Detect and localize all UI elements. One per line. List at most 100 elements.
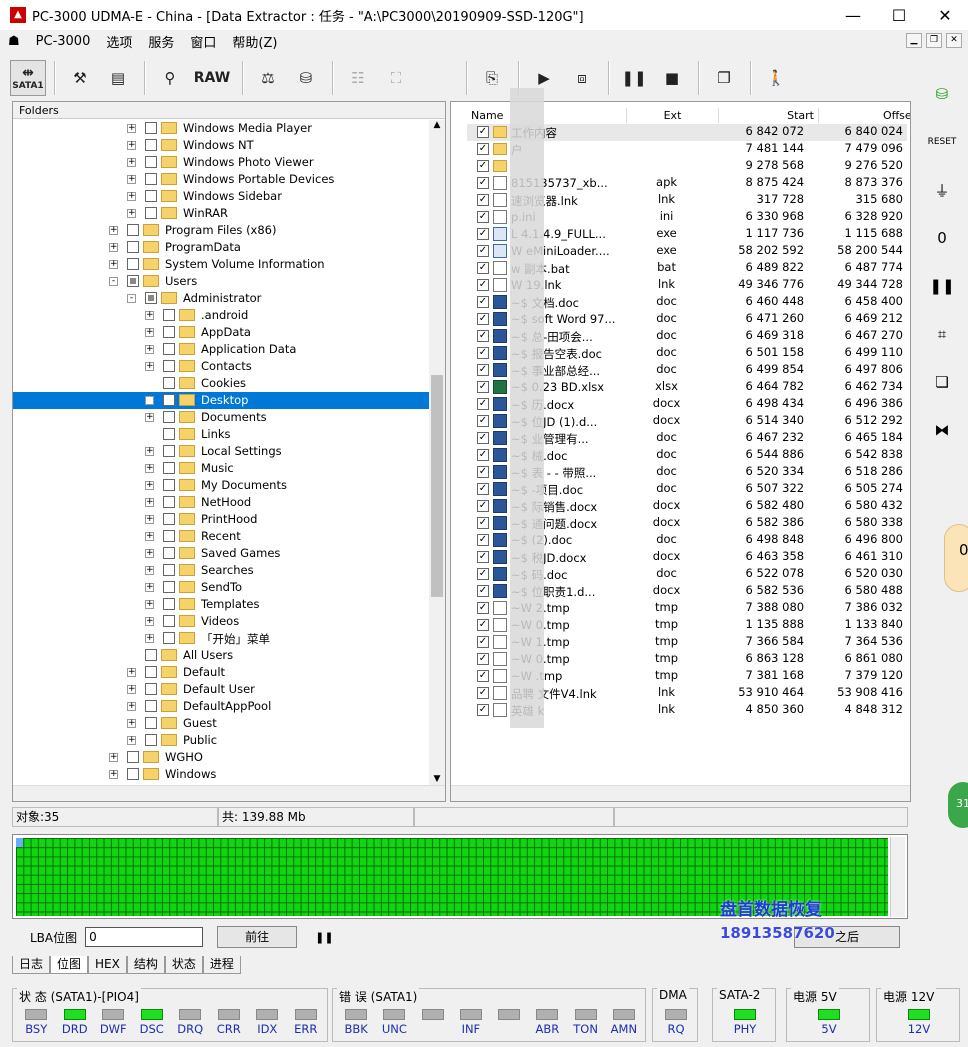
tab-process[interactable]: 进程: [202, 956, 241, 974]
expand-icon[interactable]: +: [109, 243, 118, 252]
tree-node[interactable]: + Windows Portable Devices: [13, 171, 429, 188]
expand-icon[interactable]: +: [145, 311, 154, 320]
col-name[interactable]: Name: [467, 108, 627, 123]
tree-checkbox[interactable]: [145, 292, 157, 304]
tree-node[interactable]: + Windows: [13, 766, 429, 783]
tree-checkbox[interactable]: [163, 530, 175, 542]
tree-node[interactable]: - Users: [13, 273, 429, 290]
tree-checkbox[interactable]: [127, 258, 139, 270]
tree-checkbox[interactable]: [127, 275, 139, 287]
file-checkbox[interactable]: ✓: [477, 279, 489, 291]
file-checkbox[interactable]: ✓: [477, 704, 489, 716]
expand-icon[interactable]: +: [145, 498, 154, 507]
scroll-down-icon[interactable]: ▼: [429, 774, 445, 784]
file-checkbox[interactable]: ✓: [477, 636, 489, 648]
expand-icon[interactable]: +: [127, 141, 136, 150]
tree-checkbox[interactable]: [163, 564, 175, 576]
file-checkbox[interactable]: ✓: [477, 194, 489, 206]
scroll-up-icon[interactable]: ▲: [429, 120, 445, 130]
tree-checkbox[interactable]: [145, 649, 157, 661]
tree-node[interactable]: + Windows NT: [13, 137, 429, 154]
tree-checkbox[interactable]: [145, 139, 157, 151]
tree-checkbox[interactable]: ✓: [163, 394, 175, 406]
tree-node[interactable]: + Windows Photo Viewer: [13, 154, 429, 171]
tree-node[interactable]: Cookies: [13, 375, 429, 392]
tree-node[interactable]: + WinRAR: [13, 205, 429, 222]
raw-button[interactable]: RAW: [190, 60, 234, 96]
file-checkbox[interactable]: ✓: [477, 687, 489, 699]
lba-input[interactable]: [85, 927, 204, 947]
menu-help[interactable]: 帮助(Z): [224, 32, 285, 51]
tree-node[interactable]: + Windows Media Player: [13, 120, 429, 137]
binoculars-button[interactable]: ⚲: [152, 60, 188, 96]
tree-node[interactable]: + Saved Games: [13, 545, 429, 562]
file-checkbox[interactable]: ✓: [477, 517, 489, 529]
minimize-button[interactable]: —: [830, 6, 876, 25]
file-checkbox[interactable]: ✓: [477, 415, 489, 427]
tree-checkbox[interactable]: [163, 513, 175, 525]
file-checkbox[interactable]: ✓: [477, 466, 489, 478]
floating-badge[interactable]: 0: [944, 524, 968, 592]
tree-checkbox[interactable]: [163, 615, 175, 627]
file-checkbox[interactable]: ✓: [477, 551, 489, 563]
tree-node[interactable]: + Windows Sidebar: [13, 188, 429, 205]
file-checkbox[interactable]: ✓: [477, 670, 489, 682]
tree-node[interactable]: + NetHood: [13, 494, 429, 511]
power-db-button[interactable]: ⛁: [926, 76, 958, 112]
tools-button[interactable]: ⚒: [62, 60, 98, 96]
tab-structure[interactable]: 结构: [126, 956, 165, 974]
expand-icon[interactable]: +: [145, 413, 154, 422]
tree-checkbox[interactable]: [127, 241, 139, 253]
file-checkbox[interactable]: ✓: [477, 211, 489, 223]
tree-node[interactable]: + Default: [13, 664, 429, 681]
expand-icon[interactable]: +: [109, 226, 118, 235]
tree-checkbox[interactable]: [163, 428, 175, 440]
tree-checkbox[interactable]: [163, 343, 175, 355]
expand-icon[interactable]: +: [145, 600, 154, 609]
file-checkbox[interactable]: ✓: [477, 500, 489, 512]
tree-checkbox[interactable]: [145, 666, 157, 678]
connector-button[interactable]: ⧓: [926, 412, 958, 448]
copy-button[interactable]: ❏: [926, 364, 958, 400]
lba-pause-button[interactable]: ❚❚: [315, 931, 333, 944]
floating-green-badge[interactable]: 31: [948, 782, 968, 828]
export-button[interactable]: ⎘: [474, 60, 510, 96]
expand-icon[interactable]: +: [127, 192, 136, 201]
expand-icon[interactable]: +: [145, 345, 154, 354]
tree-checkbox[interactable]: [145, 734, 157, 746]
tree-node[interactable]: + ProgramData: [13, 239, 429, 256]
bitmap-scrollbar[interactable]: [890, 837, 905, 917]
tree-node[interactable]: + PrintHood: [13, 511, 429, 528]
tree-node[interactable]: - Administrator: [13, 290, 429, 307]
file-checkbox[interactable]: ✓: [477, 602, 489, 614]
tree-node[interactable]: Links: [13, 426, 429, 443]
diagram-button[interactable]: ⧈: [564, 60, 600, 96]
reset-button[interactable]: RESET: [926, 124, 958, 160]
menu-pc3000[interactable]: PC-3000: [28, 34, 99, 49]
tree-checkbox[interactable]: [127, 224, 139, 236]
tab-hex[interactable]: HEX: [88, 956, 127, 974]
tree-vertical-scrollbar[interactable]: ▲ ▼: [429, 120, 445, 786]
tree-checkbox[interactable]: [163, 547, 175, 559]
file-checkbox[interactable]: ✓: [477, 347, 489, 359]
scroll-button[interactable]: ▤: [100, 60, 136, 96]
expand-icon[interactable]: +: [145, 464, 154, 473]
tree-checkbox[interactable]: [163, 411, 175, 423]
tree-checkbox[interactable]: [145, 122, 157, 134]
expand-icon[interactable]: +: [127, 736, 136, 745]
menu-window[interactable]: 窗口: [182, 32, 224, 51]
list-horizontal-scrollbar[interactable]: [451, 785, 910, 801]
file-checkbox[interactable]: ✓: [477, 568, 489, 580]
tree-checkbox[interactable]: [163, 479, 175, 491]
tree-checkbox[interactable]: [163, 445, 175, 457]
file-checkbox[interactable]: ✓: [477, 534, 489, 546]
tree-node[interactable]: + My Documents: [13, 477, 429, 494]
expand-icon[interactable]: +: [127, 685, 136, 694]
pause-button[interactable]: ❚❚: [616, 60, 652, 96]
tree-checkbox[interactable]: [145, 173, 157, 185]
disk-button[interactable]: ⛁: [288, 60, 324, 96]
tree-node[interactable]: + SendTo: [13, 579, 429, 596]
tree-node[interactable]: + Recent: [13, 528, 429, 545]
expand-icon[interactable]: +: [109, 260, 118, 269]
col-start[interactable]: Start: [719, 108, 819, 123]
